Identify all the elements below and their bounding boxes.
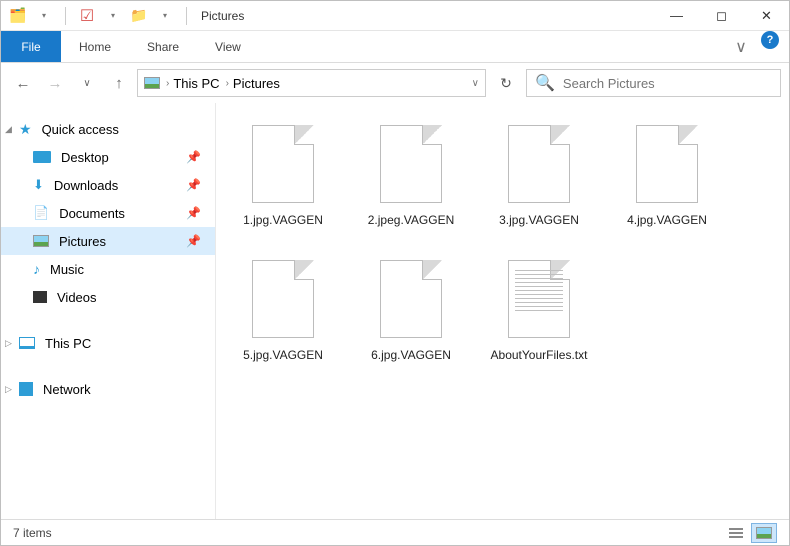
- close-button[interactable]: ✕: [744, 1, 789, 31]
- thumbnails-view-icon: [756, 527, 772, 539]
- videos-icon: [33, 291, 47, 303]
- file-icon: [377, 125, 445, 205]
- file-name: 3.jpg.VAGGEN: [499, 213, 579, 228]
- network-icon: [19, 382, 33, 396]
- nav-bar: ← → ∨ ↑ › This PC › Pictures ∨ ↻ 🔍: [1, 63, 789, 103]
- nav-forward-button[interactable]: →: [41, 69, 69, 97]
- star-icon: ★: [19, 121, 32, 138]
- sidebar-item-videos[interactable]: Videos: [1, 283, 215, 311]
- expand-icon[interactable]: ▷: [5, 338, 12, 349]
- refresh-button[interactable]: ↻: [490, 69, 522, 97]
- maximize-button[interactable]: ◻: [699, 1, 744, 31]
- nav-up-button[interactable]: ↑: [105, 69, 133, 97]
- view-details-button[interactable]: [723, 523, 749, 543]
- pin-icon: 📌: [186, 206, 201, 220]
- nav-back-button[interactable]: ←: [9, 69, 37, 97]
- file-name: 2.jpeg.VAGGEN: [368, 213, 454, 228]
- file-icon: [377, 260, 445, 340]
- status-bar: 7 items: [1, 519, 789, 545]
- sidebar-item-label: Videos: [57, 290, 97, 305]
- pin-icon: 📌: [186, 150, 201, 164]
- breadcrumb-this-pc[interactable]: This PC: [173, 76, 219, 91]
- sidebar-item-documents[interactable]: 📄 Documents 📌: [1, 199, 215, 227]
- file-icon: [249, 125, 317, 205]
- file-item[interactable]: 5.jpg.VAGGEN: [234, 260, 332, 363]
- window-title: Pictures: [201, 9, 244, 23]
- desktop-icon: [33, 151, 51, 163]
- nav-recent-dropdown[interactable]: ∨: [73, 69, 101, 97]
- explorer-window: 🗂️ ▾ ☑ ▾ 📁 ▾ Pictures — ◻ ✕ File Home Sh…: [0, 0, 790, 546]
- title-bar: 🗂️ ▾ ☑ ▾ 📁 ▾ Pictures — ◻ ✕: [1, 1, 789, 31]
- file-name: 4.jpg.VAGGEN: [627, 213, 707, 228]
- tab-home[interactable]: Home: [61, 31, 129, 62]
- text-file-icon: [505, 260, 573, 340]
- status-item-count: 7 items: [13, 526, 52, 540]
- file-name: 6.jpg.VAGGEN: [371, 348, 451, 363]
- sidebar-item-label: Desktop: [61, 150, 109, 165]
- file-name: 5.jpg.VAGGEN: [243, 348, 323, 363]
- sidebar-item-label: Music: [50, 262, 84, 277]
- sidebar-item-downloads[interactable]: ⬇ Downloads 📌: [1, 171, 215, 199]
- address-dropdown-icon[interactable]: ∨: [472, 78, 479, 89]
- breadcrumb-pictures[interactable]: Pictures: [233, 76, 280, 91]
- downloads-icon: ⬇: [33, 177, 44, 193]
- sidebar-network[interactable]: ▷ Network: [1, 375, 215, 403]
- file-icon: [505, 125, 573, 205]
- file-list[interactable]: 1.jpg.VAGGEN 2.jpeg.VAGGEN 3.jpg.VAGGEN …: [216, 103, 789, 519]
- qat-location-folder-icon[interactable]: 📁: [128, 5, 150, 27]
- sidebar-item-desktop[interactable]: Desktop 📌: [1, 143, 215, 171]
- chevron-right-icon[interactable]: ›: [226, 78, 229, 89]
- tab-view[interactable]: View: [197, 31, 259, 62]
- pictures-icon: [33, 235, 49, 247]
- sidebar-this-pc[interactable]: ▷ This PC: [1, 329, 215, 357]
- expand-icon[interactable]: ◢: [5, 124, 12, 135]
- chevron-right-icon[interactable]: ›: [166, 78, 169, 89]
- search-input[interactable]: [563, 76, 772, 91]
- explorer-app-icon[interactable]: 🗂️: [7, 5, 29, 27]
- file-item[interactable]: 2.jpeg.VAGGEN: [362, 125, 460, 228]
- minimize-button[interactable]: —: [654, 1, 699, 31]
- file-item[interactable]: 3.jpg.VAGGEN: [490, 125, 588, 228]
- navigation-pane: ◢ ★ Quick access Desktop 📌 ⬇ Downloads 📌 📄 Doc…: [1, 103, 216, 519]
- dropdown-icon[interactable]: ▾: [33, 5, 55, 27]
- ribbon-expand-icon[interactable]: ∨: [721, 31, 761, 62]
- sidebar-item-pictures[interactable]: Pictures 📌: [1, 227, 215, 255]
- documents-icon: 📄: [33, 205, 49, 221]
- sidebar-item-label: Pictures: [59, 234, 106, 249]
- details-view-icon: [729, 527, 743, 539]
- file-icon: [249, 260, 317, 340]
- sidebar-item-label: This PC: [45, 336, 91, 351]
- qat-properties-icon[interactable]: ☑: [76, 5, 98, 27]
- view-large-icons-button[interactable]: [751, 523, 777, 543]
- sidebar-item-label: Downloads: [54, 178, 118, 193]
- sidebar-item-label: Documents: [59, 206, 125, 221]
- address-bar[interactable]: › This PC › Pictures ∨: [137, 69, 486, 97]
- pin-icon: 📌: [186, 178, 201, 192]
- sidebar-quick-access[interactable]: ◢ ★ Quick access: [1, 115, 215, 143]
- file-item[interactable]: AboutYourFiles.txt: [490, 260, 588, 363]
- sidebar-item-label: Quick access: [42, 122, 119, 137]
- qat-customize-icon[interactable]: ▾: [154, 5, 176, 27]
- file-item[interactable]: 4.jpg.VAGGEN: [618, 125, 716, 228]
- help-icon[interactable]: ?: [761, 31, 779, 49]
- search-icon: 🔍: [535, 73, 555, 93]
- dropdown-icon[interactable]: ▾: [102, 5, 124, 27]
- tab-share[interactable]: Share: [129, 31, 197, 62]
- expand-icon[interactable]: ▷: [5, 384, 12, 395]
- file-item[interactable]: 1.jpg.VAGGEN: [234, 125, 332, 228]
- search-box[interactable]: 🔍: [526, 69, 781, 97]
- file-item[interactable]: 6.jpg.VAGGEN: [362, 260, 460, 363]
- sidebar-item-label: Network: [43, 382, 91, 397]
- pc-icon: [19, 337, 35, 349]
- ribbon: File Home Share View ∨ ?: [1, 31, 789, 63]
- sidebar-item-music[interactable]: ♪ Music: [1, 255, 215, 283]
- file-name: 1.jpg.VAGGEN: [243, 213, 323, 228]
- tab-file[interactable]: File: [1, 31, 61, 62]
- music-icon: ♪: [33, 261, 40, 277]
- location-pictures-icon: [144, 77, 160, 89]
- pin-icon: 📌: [186, 234, 201, 248]
- file-icon: [633, 125, 701, 205]
- file-name: AboutYourFiles.txt: [491, 348, 588, 363]
